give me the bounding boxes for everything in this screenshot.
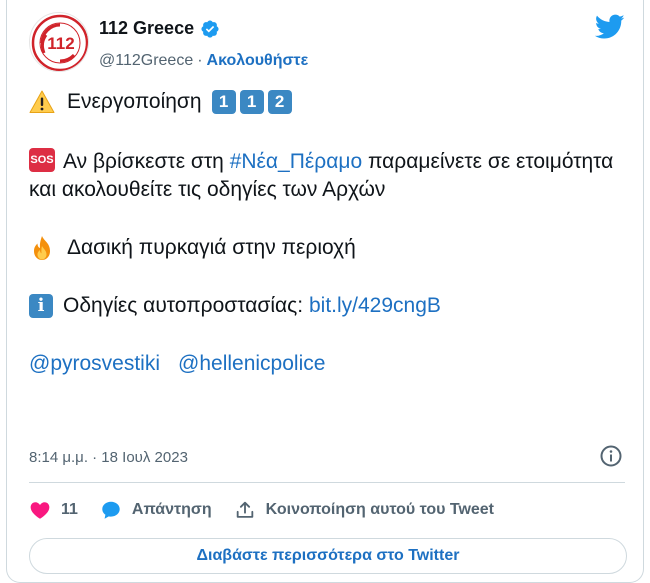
- share-label: Κοινοποίηση αυτού του Tweet: [265, 501, 495, 518]
- instruction-paragraph: SOS Αν βρίσκεστε στη #Νέα_Πέραμο παραμείν…: [29, 146, 629, 204]
- hashtag-link[interactable]: #Νέα_Πέραμο: [230, 150, 362, 173]
- avatar[interactable]: 112: [29, 12, 89, 72]
- like-button[interactable]: 11: [29, 499, 78, 521]
- heart-icon: [30, 502, 50, 519]
- warning-icon: [29, 90, 55, 113]
- verified-badge-icon: [201, 19, 219, 38]
- like-count: 11: [61, 501, 78, 518]
- mention-link[interactable]: @hellenicpolice: [178, 350, 325, 378]
- fire-text: Δασική πυρκαγιά στην περιοχή: [67, 236, 356, 259]
- timestamp[interactable]: 8:14 μ.μ. · 18 Ιουλ 2023: [29, 449, 188, 466]
- read-more-button[interactable]: Διαβάστε περισσότερα στο Twitter: [29, 538, 627, 574]
- mentions-row: @pyrosvestiki @hellenicpolice: [29, 350, 629, 378]
- fire-icon: [34, 236, 50, 260]
- fire-line: Δασική πυρκαγιά στην περιοχή: [29, 234, 629, 262]
- action-bar: 11 Απάντηση Κοινοποίηση αυτού του Tweet: [29, 496, 516, 524]
- separator-dot: ·: [197, 52, 203, 69]
- author-handle[interactable]: @112Greece: [99, 52, 193, 70]
- keycap-1-icon: 1: [239, 90, 264, 114]
- divider: [29, 482, 625, 483]
- twitter-bird-icon[interactable]: [595, 14, 625, 40]
- tweet-text: Ενεργοποίηση 1 1 2 SOS Αν βρίσκεστε στη #…: [29, 88, 629, 378]
- activation-line: Ενεργοποίηση 1 1 2: [29, 88, 629, 116]
- info-circle-icon[interactable]: [599, 444, 623, 468]
- reply-bubble-icon: [102, 501, 120, 519]
- info-text: Οδηγίες αυτοπροστασίας:: [63, 294, 309, 317]
- short-link[interactable]: bit.ly/429cngB: [309, 292, 441, 320]
- svg-text:112: 112: [47, 34, 74, 53]
- follow-button[interactable]: Ακολουθήστε: [207, 52, 309, 70]
- instruction-prefix: Αν βρίσκεστε στη: [63, 150, 230, 173]
- keycap-1-icon: 1: [211, 90, 236, 114]
- handle-row: @112Greece · Ακολουθήστε: [99, 52, 308, 70]
- activation-text: Ενεργοποίηση: [67, 90, 202, 113]
- author-name[interactable]: 112 Greece: [99, 18, 194, 39]
- sos-icon: SOS: [29, 148, 55, 173]
- info-line: i Οδηγίες αυτοπροστασίας: bit.ly/429cngB: [29, 292, 629, 320]
- reply-button[interactable]: Απάντηση: [100, 499, 212, 521]
- 112-logo-icon: 112: [31, 14, 88, 71]
- share-icon: [236, 501, 253, 518]
- reply-label: Απάντηση: [131, 501, 212, 518]
- mention-link[interactable]: @pyrosvestiki: [29, 350, 160, 378]
- keycap-2-icon: 2: [267, 90, 292, 114]
- share-button[interactable]: Κοινοποίηση αυτού του Tweet: [234, 499, 494, 521]
- tweet-card: 112 112 Greece @112Greece · Ακολουθήστε …: [6, 0, 644, 583]
- author-name-row[interactable]: 112 Greece: [99, 18, 220, 39]
- information-icon: i: [29, 294, 53, 318]
